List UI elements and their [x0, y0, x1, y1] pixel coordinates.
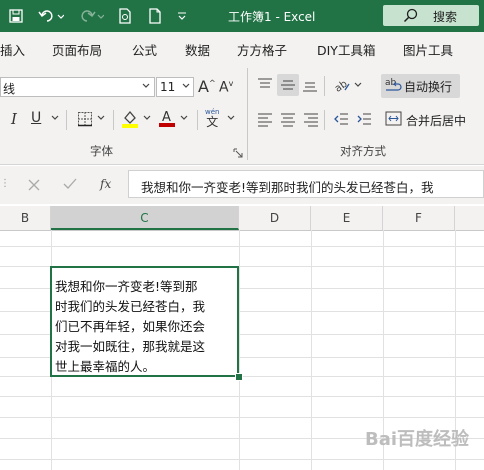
align-middle-icon — [281, 80, 295, 90]
align-right-icon[interactable] — [303, 111, 319, 130]
formula-content: 我想和你一齐变老!等到那时我们的头发已经苍白，我 — [141, 180, 434, 195]
chevron-down-icon[interactable] — [96, 112, 106, 127]
wrap-text-icon: ab — [385, 77, 403, 98]
ribbon: 线 11 A^ Av I U A wén 文 字体 ab ab 自动换行 合并后… — [0, 64, 484, 165]
column-header-f[interactable]: F — [383, 206, 455, 230]
font-name-value: 线 — [3, 82, 16, 96]
decrease-indent-icon[interactable] — [333, 111, 349, 130]
fill-color-icon[interactable] — [121, 109, 139, 132]
undo-icon[interactable] — [36, 7, 66, 25]
cell-text: 我想和你一齐变老!等到那 时我们的头发已经苍白，我 们已不再年轻，如果你还会 对… — [55, 279, 206, 374]
column-header-d[interactable]: D — [239, 206, 311, 230]
borders-icon[interactable] — [77, 111, 93, 130]
active-cell-c[interactable]: 我想和你一齐变老!等到那 时我们的头发已经苍白，我 们已不再年轻，如果你还会 对… — [50, 266, 239, 377]
merge-center-icon — [385, 110, 403, 131]
formula-bar: ⋮ fx 我想和你一齐变老!等到那时我们的头发已经苍白，我 — [0, 166, 484, 204]
new-file-icon[interactable] — [146, 7, 164, 25]
column-header-e[interactable]: E — [311, 206, 383, 230]
search-label: 搜索 — [433, 10, 458, 24]
print-preview-icon[interactable] — [116, 7, 134, 25]
window-title: 工作簿1 - Excel — [228, 10, 316, 24]
search-icon — [403, 8, 418, 26]
tab-insert[interactable]: 插入 — [0, 40, 25, 59]
phonetic-char: 文 — [206, 115, 219, 129]
tab-diy-toolbox[interactable]: DIY工具箱 — [317, 40, 375, 59]
increase-font-size-icon[interactable]: A^ — [198, 77, 216, 96]
increase-indent-icon[interactable] — [356, 111, 372, 130]
chevron-down-icon[interactable] — [226, 112, 236, 127]
chevron-down-icon — [181, 80, 191, 95]
font-color-icon[interactable]: A — [158, 108, 176, 131]
font-name-select[interactable]: 线 — [0, 77, 155, 97]
align-left-icon[interactable] — [257, 111, 273, 130]
underline-icon[interactable]: U — [31, 110, 41, 126]
chevron-down-icon[interactable] — [50, 112, 60, 127]
align-center-icon[interactable] — [280, 111, 296, 130]
font-dialog-launcher-icon[interactable] — [233, 147, 243, 161]
alignment-group-label: 对齐方式 — [340, 144, 386, 158]
watermark: Bai百度经验 — [365, 429, 470, 450]
chevron-down-icon[interactable] — [142, 112, 152, 127]
search-box[interactable]: 搜索 — [383, 5, 479, 26]
svg-text:A: A — [162, 110, 171, 125]
title-bar: 工作簿1 - Excel 搜索 — [0, 0, 484, 32]
font-size-select[interactable]: 11 — [156, 77, 194, 97]
align-middle-button[interactable] — [277, 74, 299, 96]
redo-icon[interactable] — [76, 7, 106, 25]
customize-quick-access-icon[interactable] — [175, 7, 189, 25]
tab-picture-tools[interactable]: 图片工具 — [403, 40, 453, 59]
tab-formulas[interactable]: 公式 — [132, 40, 157, 59]
align-top-icon[interactable] — [257, 77, 273, 96]
enter-icon[interactable] — [63, 178, 77, 193]
tab-page-layout[interactable]: 页面布局 — [52, 40, 102, 59]
formula-input[interactable]: 我想和你一齐变老!等到那时我们的头发已经苍白，我 — [128, 170, 484, 198]
column-header-b[interactable]: B — [0, 206, 51, 230]
tab-data[interactable]: 数据 — [185, 40, 210, 59]
column-header-c[interactable]: C — [51, 206, 239, 230]
column-headers: B C D E F — [0, 206, 484, 231]
phonetic-guide-icon[interactable]: wén 文 — [205, 107, 219, 129]
font-size-value: 11 — [160, 80, 176, 94]
wrap-text-button[interactable]: ab 自动换行 — [381, 74, 460, 98]
chevron-down-icon — [141, 80, 151, 95]
chevron-down-icon[interactable] — [179, 112, 189, 127]
cancel-icon[interactable] — [28, 179, 40, 194]
ribbon-tabs: 插入 页面布局 公式 数据 方方格子 DIY工具箱 图片工具 — [0, 32, 484, 64]
italic-icon[interactable]: I — [11, 110, 17, 128]
orientation-icon[interactable]: ab — [333, 76, 351, 97]
decrease-font-size-icon[interactable]: Av — [219, 79, 233, 96]
more-icon[interactable]: ⋮ — [0, 178, 10, 189]
font-group-label: 字体 — [90, 144, 113, 158]
align-bottom-icon[interactable] — [302, 77, 318, 96]
save-icon[interactable] — [7, 7, 25, 25]
column-header-g[interactable] — [455, 206, 484, 230]
tab-fangfang[interactable]: 方方格子 — [237, 40, 287, 59]
fill-handle[interactable] — [235, 373, 243, 381]
merge-center-button[interactable]: 合并后居中 — [382, 107, 482, 131]
chevron-down-icon[interactable] — [353, 79, 363, 94]
wrap-text-label: 自动换行 — [404, 80, 453, 94]
merge-center-label: 合并后居中 — [406, 114, 467, 128]
insert-function-icon[interactable]: fx — [100, 177, 111, 191]
